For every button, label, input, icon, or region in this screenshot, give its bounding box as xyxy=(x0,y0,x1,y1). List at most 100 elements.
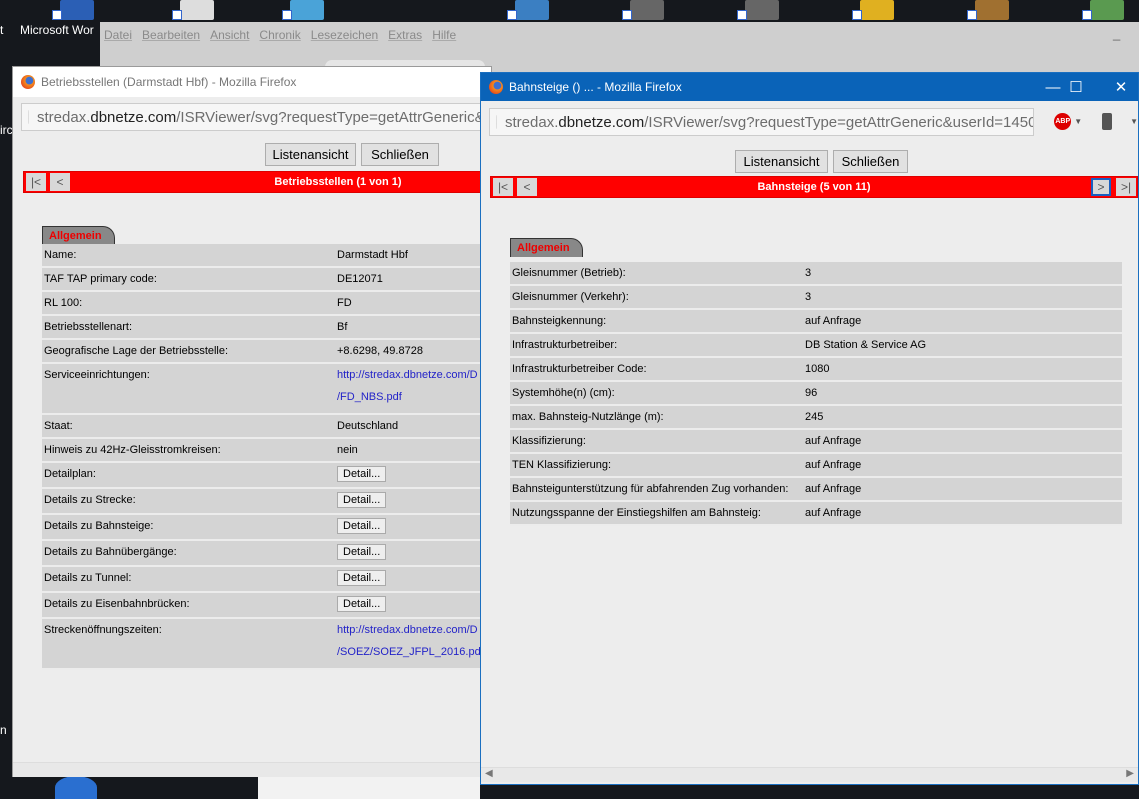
menu-ansicht[interactable]: Ansicht xyxy=(210,28,249,42)
table-row: Gleisnummer (Verkehr): 3 xyxy=(510,286,1122,310)
attribute-link[interactable]: http://stredax.dbnetze.com/D xyxy=(337,619,492,641)
detail-button[interactable]: Detail... xyxy=(337,596,387,612)
table-row: max. Bahnsteig-Nutzlänge (m): 245 xyxy=(510,406,1122,430)
table-row: Details zu Tunnel: Detail... xyxy=(42,567,492,593)
menu-hilfe[interactable]: Hilfe xyxy=(432,28,456,42)
chevron-down-icon[interactable]: ▼ xyxy=(1130,117,1138,126)
title-bar: Betriebsstellen (Darmstadt Hbf) - Mozill… xyxy=(13,67,491,97)
attribute-label: Infrastrukturbetreiber Code: xyxy=(512,363,647,375)
attribute-link[interactable]: /SOEZ/SOEZ_JFPL_2016.pdf xyxy=(337,641,492,663)
firefox-icon xyxy=(489,80,503,94)
tab-allgemein[interactable]: Allgemein xyxy=(42,226,115,245)
attribute-value: Detail... xyxy=(337,463,492,487)
desktop-label-word[interactable]: Microsoft Wor xyxy=(20,23,94,37)
desktop-icon[interactable] xyxy=(172,0,214,20)
desktop-icon[interactable] xyxy=(967,0,1009,20)
close-button[interactable]: Schließen xyxy=(833,150,908,173)
desktop-icon[interactable] xyxy=(1082,0,1124,20)
detail-button[interactable]: Detail... xyxy=(337,570,387,586)
table-row: RL 100: FD xyxy=(42,292,492,316)
url-domain: dbnetze.com xyxy=(558,113,645,131)
menu-datei[interactable]: Datei xyxy=(104,28,132,42)
attribute-label: Serviceeinrichtungen: xyxy=(44,369,150,381)
chevron-down-icon[interactable]: ▼ xyxy=(1074,117,1082,126)
record-header: Bahnsteige (5 von 11) xyxy=(757,181,871,193)
background-window xyxy=(258,776,480,799)
url-bar[interactable]: stredax. dbnetze.com/ISRViewer/svg?reques… xyxy=(489,108,1035,136)
table-row: Geografische Lage der Betriebsstelle: +8.… xyxy=(42,340,492,364)
previous-record-button[interactable]: < xyxy=(50,173,70,191)
clipboard-icon[interactable] xyxy=(1102,113,1113,130)
attribute-label: Systemhöhe(n) (cm): xyxy=(512,387,615,399)
close-button[interactable]: Schließen xyxy=(361,143,439,166)
attribute-label: TAF TAP primary code: xyxy=(44,273,157,285)
desktop-icon[interactable] xyxy=(507,0,549,20)
attribute-value: Detail... xyxy=(337,489,492,513)
first-record-button[interactable]: |< xyxy=(493,178,513,196)
attribute-label: max. Bahnsteig-Nutzlänge (m): xyxy=(512,411,664,423)
table-row: Details zu Bahnübergänge: Detail... xyxy=(42,541,492,567)
menu-bar: Datei Bearbeiten Ansicht Chronik Lesezei… xyxy=(104,28,456,42)
attribute-value: Deutschland xyxy=(337,420,399,432)
attribute-table: Gleisnummer (Betrieb): 3 Gleisnummer (Verk… xyxy=(510,262,1122,526)
tab-allgemein[interactable]: Allgemein xyxy=(510,238,583,257)
table-row: Infrastrukturbetreiber: DB Station & Serv… xyxy=(510,334,1122,358)
table-row: TEN Klassifizierung: auf Anfrage xyxy=(510,454,1122,478)
close-icon[interactable]: ✕ xyxy=(1098,73,1139,101)
record-header: Betriebsstellen (1 von 1) xyxy=(274,176,402,188)
table-row: Streckenöffnungszeiten: http://stredax.db… xyxy=(42,619,492,670)
table-row: Systemhöhe(n) (cm): 96 xyxy=(510,382,1122,406)
menu-bearbeiten[interactable]: Bearbeiten xyxy=(142,28,200,42)
title-bar: Bahnsteige () ... - Mozilla Firefox — ☐ … xyxy=(481,73,1138,101)
detail-button[interactable]: Detail... xyxy=(337,492,387,508)
attribute-link[interactable]: http://stredax.dbnetze.com/D xyxy=(337,364,492,386)
minimize-button[interactable]: _ xyxy=(1113,26,1120,41)
attribute-label: Nutzungsspanne der Einstiegshilfen am Ba… xyxy=(512,507,761,519)
attribute-value: auf Anfrage xyxy=(805,507,862,519)
table-row: Bahnsteigunterstützung für abfahrenden Z… xyxy=(510,478,1122,502)
detail-button[interactable]: Detail... xyxy=(337,466,387,482)
table-row: Hinweis zu 42Hz-Gleisstromkreisen: nein xyxy=(42,439,492,463)
attribute-link[interactable]: /FD_NBS.pdf xyxy=(337,386,492,408)
detail-button[interactable]: Detail... xyxy=(337,518,387,534)
record-navigation-bar: |< < Betriebsstellen (1 von 1) xyxy=(23,171,493,193)
word-desktop-icon[interactable] xyxy=(52,0,94,20)
horizontal-scrollbar[interactable] xyxy=(13,762,491,777)
scroll-right-icon[interactable]: ▶ xyxy=(1126,768,1134,779)
url-path: /ISRViewer/svg?requestType=getAttrGeneri… xyxy=(176,108,483,126)
url-bar[interactable]: stredax. dbnetze.com/ISRViewer/svg?reques… xyxy=(21,103,483,131)
attribute-value: Detail... xyxy=(337,515,492,539)
attribute-value: 96 xyxy=(805,387,818,399)
desktop-icon[interactable] xyxy=(737,0,779,20)
desktop-label: irc xyxy=(0,123,13,137)
attribute-value: http://stredax.dbnetze.com/D/FD_NBS.pdf xyxy=(337,364,492,413)
detail-button[interactable]: Detail... xyxy=(337,544,387,560)
first-record-button[interactable]: |< xyxy=(26,173,46,191)
scroll-left-icon[interactable]: ◀ xyxy=(485,768,493,779)
attribute-label: Geografische Lage der Betriebsstelle: xyxy=(44,345,229,357)
horizontal-scrollbar[interactable]: ◀ ▶ xyxy=(481,767,1138,782)
desktop-icon[interactable] xyxy=(55,776,97,799)
previous-record-button[interactable]: < xyxy=(517,178,537,196)
attribute-value: auf Anfrage xyxy=(805,435,862,447)
attribute-value: auf Anfrage xyxy=(805,315,862,327)
menu-lesezeichen[interactable]: Lesezeichen xyxy=(311,28,378,42)
attribute-value: +8.6298, 49.8728 xyxy=(337,345,423,357)
attribute-label: TEN Klassifizierung: xyxy=(512,459,612,471)
maximize-icon[interactable]: ☐ xyxy=(1053,73,1099,101)
attribute-label: RL 100: xyxy=(44,297,83,309)
desktop-icon[interactable] xyxy=(622,0,664,20)
menu-extras[interactable]: Extras xyxy=(388,28,422,42)
globe-icon xyxy=(496,115,497,129)
snipping-tool-desktop-icon[interactable] xyxy=(282,0,324,20)
attribute-label: Klassifizierung: xyxy=(512,435,586,447)
table-row: Betriebsstellenart: Bf xyxy=(42,316,492,340)
next-record-button[interactable]: > xyxy=(1091,178,1111,196)
menu-chronik[interactable]: Chronik xyxy=(259,28,300,42)
adblock-plus-icon[interactable]: ABP xyxy=(1054,113,1072,130)
last-record-button[interactable]: >| xyxy=(1116,178,1136,196)
list-view-button[interactable]: Listenansicht xyxy=(265,143,356,166)
list-view-button[interactable]: Listenansicht xyxy=(735,150,828,173)
desktop-icon[interactable] xyxy=(852,0,894,20)
table-row: Name: Darmstadt Hbf xyxy=(42,244,492,268)
